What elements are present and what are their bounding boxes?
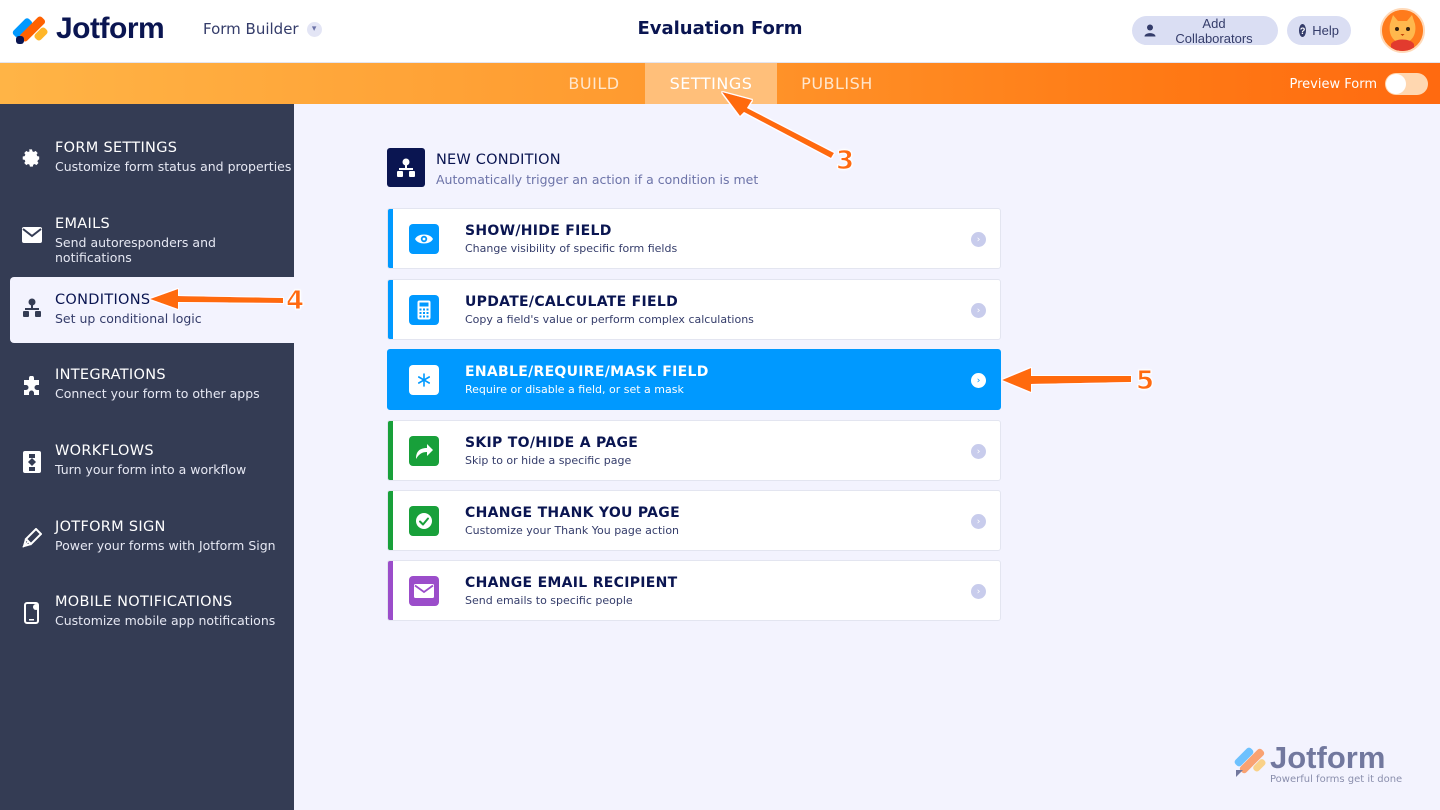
- workflow-icon: [21, 451, 43, 473]
- gear-icon: [21, 148, 43, 170]
- card-title: SHOW/HIDE FIELD: [465, 223, 612, 239]
- sidebar-item-subtitle: Send autoresponders and notifications: [55, 235, 216, 265]
- chevron-right-icon: ›: [971, 373, 986, 388]
- card-subtitle: Copy a field's value or perform complex …: [465, 313, 754, 326]
- sidebar-item-subtitle: Set up conditional logic: [55, 311, 202, 326]
- card-accent-bar: [388, 561, 393, 620]
- chevron-right-icon: ›: [971, 444, 986, 459]
- redirect-arrow-icon: [409, 436, 439, 466]
- avatar[interactable]: [1380, 8, 1425, 53]
- sidebar-item-subtitle: Customize form status and properties: [55, 159, 292, 174]
- question-icon: ?: [1299, 24, 1307, 37]
- condition-card-skip-hide-page[interactable]: SKIP TO/HIDE A PAGE Skip to or hide a sp…: [387, 420, 1001, 481]
- annotation-step-4: 4: [285, 286, 305, 317]
- card-subtitle: Customize your Thank You page action: [465, 524, 680, 537]
- top-header: Jotform Form Builder ▾ Evaluation Form A…: [0, 0, 1440, 63]
- sidebar-item-title: CONDITIONS: [55, 292, 151, 308]
- envelope-icon: [21, 224, 43, 246]
- preview-form-control: Preview Form: [1290, 73, 1428, 95]
- card-subtitle: Require or disable a field, or set a mas…: [465, 383, 684, 396]
- condition-card-enable-require-mask-field[interactable]: ENABLE/REQUIRE/MASK FIELD Require or dis…: [387, 349, 1001, 410]
- sidebar-item-subtitle: Turn your form into a workflow: [55, 462, 247, 477]
- conditions-icon: [21, 297, 43, 319]
- help-label: Help: [1312, 23, 1339, 38]
- sidebar-item-title: JOTFORM SIGN: [55, 519, 166, 535]
- chevron-down-icon: ▾: [306, 21, 322, 37]
- cat-avatar-icon: [1382, 10, 1423, 51]
- settings-sidebar: FORM SETTINGS Customize form status and …: [0, 104, 294, 810]
- sidebar-item-form-settings[interactable]: FORM SETTINGS Customize form status and …: [0, 104, 294, 174]
- sidebar-item-emails[interactable]: EMAILS Send autoresponders and notificat…: [0, 180, 294, 265]
- new-condition-subtitle: Automatically trigger an action if a con…: [436, 172, 759, 187]
- sidebar-item-workflows[interactable]: WORKFLOWS Turn your form into a workflow: [0, 407, 294, 477]
- card-accent-bar: [388, 421, 393, 480]
- tab-publish[interactable]: PUBLISH: [779, 63, 895, 104]
- chevron-right-icon: ›: [971, 232, 986, 247]
- chevron-right-icon: ›: [971, 584, 986, 599]
- preview-form-toggle[interactable]: [1385, 73, 1428, 95]
- jotform-watermark: Jotform Powerful forms get it done: [1234, 740, 1414, 790]
- jotform-logo[interactable]: Jotform: [11, 12, 165, 46]
- card-accent-bar: [388, 491, 393, 550]
- help-button[interactable]: ? Help: [1287, 16, 1351, 45]
- sidebar-item-title: MOBILE NOTIFICATIONS: [55, 594, 233, 610]
- pen-icon: [21, 527, 43, 549]
- mobile-icon: [21, 602, 43, 624]
- annotation-step-5: 5: [1135, 366, 1155, 397]
- card-subtitle: Change visibility of specific form field…: [465, 242, 678, 255]
- tab-settings[interactable]: SETTINGS: [645, 63, 777, 104]
- sidebar-item-title: FORM SETTINGS: [55, 140, 178, 156]
- card-title: UPDATE/CALCULATE FIELD: [465, 294, 679, 310]
- brand-name: Jotform: [56, 12, 165, 45]
- add-collaborators-label: Add Collaborators: [1175, 15, 1253, 46]
- condition-card-change-thank-you-page[interactable]: CHANGE THANK YOU PAGE Customize your Tha…: [387, 490, 1001, 551]
- condition-card-update-calculate-field[interactable]: UPDATE/CALCULATE FIELD Copy a field's va…: [387, 279, 1001, 340]
- asterisk-icon: [409, 365, 439, 395]
- tab-build[interactable]: BUILD: [546, 63, 642, 104]
- sidebar-item-subtitle: Power your forms with Jotform Sign: [55, 538, 276, 553]
- jotform-logo-icon: [11, 13, 49, 45]
- annotation-step-3: 3: [835, 146, 855, 177]
- sidebar-item-subtitle: Customize mobile app notifications: [55, 613, 276, 628]
- card-title: CHANGE THANK YOU PAGE: [465, 505, 680, 521]
- annotation-arrow-5: [1002, 368, 1131, 392]
- card-accent-bar: [388, 280, 393, 339]
- card-subtitle: Send emails to specific people: [465, 594, 633, 607]
- sidebar-item-subtitle: Connect your form to other apps: [55, 386, 260, 401]
- form-builder-dropdown[interactable]: Form Builder ▾: [203, 20, 322, 38]
- check-icon: [409, 506, 439, 536]
- conditions-icon: [387, 148, 425, 187]
- calculator-icon: [409, 295, 439, 325]
- condition-card-change-email-recipient[interactable]: CHANGE EMAIL RECIPIENT Send emails to sp…: [387, 560, 1001, 621]
- card-title: SKIP TO/HIDE A PAGE: [465, 435, 639, 451]
- jotform-watermark-icon: [1234, 747, 1266, 777]
- chevron-right-icon: ›: [971, 303, 986, 318]
- watermark-brand: Jotform: [1270, 740, 1386, 775]
- card-accent-bar: [388, 209, 393, 268]
- envelope-icon: [409, 576, 439, 606]
- sidebar-item-title: EMAILS: [55, 216, 110, 232]
- watermark-tagline: Powerful forms get it done: [1270, 774, 1403, 785]
- card-title: ENABLE/REQUIRE/MASK FIELD: [465, 364, 709, 380]
- sidebar-item-mobile-notifications[interactable]: MOBILE NOTIFICATIONS Customize mobile ap…: [0, 558, 294, 628]
- condition-card-show-hide-field[interactable]: SHOW/HIDE FIELD Change visibility of spe…: [387, 208, 1001, 269]
- puzzle-icon: [21, 375, 43, 397]
- preview-form-label: Preview Form: [1289, 76, 1377, 92]
- chevron-right-icon: ›: [971, 514, 986, 529]
- add-collaborators-button[interactable]: Add Collaborators: [1132, 15, 1278, 46]
- card-subtitle: Skip to or hide a specific page: [465, 454, 632, 467]
- sidebar-item-jotform-sign[interactable]: JOTFORM SIGN Power your forms with Jotfo…: [0, 483, 294, 553]
- card-title: CHANGE EMAIL RECIPIENT: [465, 575, 678, 591]
- toggle-knob: [1386, 74, 1406, 94]
- new-condition-title: NEW CONDITION: [436, 152, 561, 168]
- form-title[interactable]: Evaluation Form: [637, 18, 802, 39]
- form-builder-label: Form Builder: [203, 20, 299, 38]
- main-nav: BUILD SETTINGS PUBLISH Preview Form: [0, 63, 1440, 104]
- eye-icon: [409, 224, 439, 254]
- sidebar-item-title: WORKFLOWS: [55, 443, 154, 459]
- card-accent-bar: [388, 350, 393, 409]
- user-icon: [1144, 24, 1156, 37]
- sidebar-item-integrations[interactable]: INTEGRATIONS Connect your form to other …: [0, 331, 294, 401]
- sidebar-item-title: INTEGRATIONS: [55, 367, 166, 383]
